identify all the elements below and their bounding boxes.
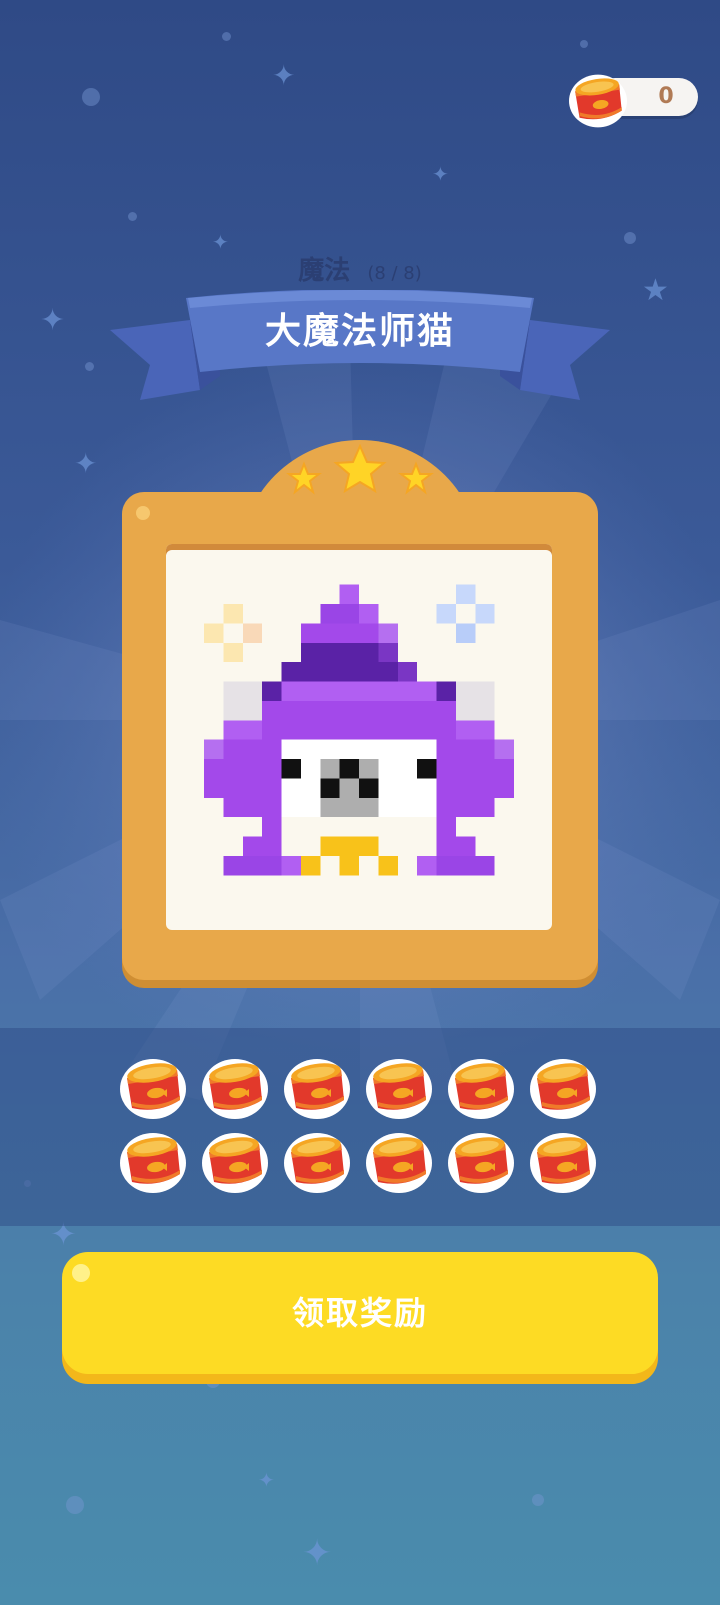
sparkle-icon: ✦	[74, 447, 98, 480]
claim-reward-button[interactable]: 领取奖励	[62, 1252, 658, 1374]
wizard-cat-pixel-art	[204, 584, 514, 876]
currency-value: 0	[658, 84, 674, 109]
bg-dot	[580, 40, 588, 48]
cat-food-can-icon	[118, 1130, 188, 1196]
bg-dot	[624, 232, 636, 244]
sparkle-icon: ✦	[272, 59, 296, 92]
bg-dot	[85, 362, 94, 371]
category-name: 魔法	[298, 256, 351, 286]
cat-food-can-icon	[528, 1130, 598, 1196]
bg-dot	[66, 1496, 84, 1514]
sparkle-icon: ✦	[432, 162, 449, 186]
cat-food-can-icon	[446, 1130, 516, 1196]
bg-dot	[128, 212, 137, 221]
pixel-art-canvas	[166, 544, 552, 930]
cat-food-can-icon	[200, 1056, 270, 1122]
sparkle-icon: ✦	[258, 1468, 275, 1492]
cat-food-can-icon	[200, 1130, 270, 1196]
cat-food-can-icon	[528, 1056, 598, 1122]
cat-food-can-icon	[118, 1056, 188, 1122]
star-icon	[333, 444, 387, 494]
category-progress: (8 / 8)	[367, 263, 422, 284]
bg-dot	[222, 32, 231, 41]
cat-food-can-icon	[364, 1130, 434, 1196]
card-title: 大魔法师猫	[264, 311, 455, 352]
cat-food-can-icon	[566, 72, 630, 134]
bg-dot	[206, 1374, 220, 1388]
sparkle-icon: ✦	[302, 1533, 333, 1574]
bg-dot	[532, 1494, 544, 1506]
star-icon	[398, 461, 434, 495]
category-header: 魔法 (8 / 8)	[0, 250, 720, 287]
currency-counter[interactable]: 0	[566, 74, 698, 128]
cat-food-can-icon	[446, 1056, 516, 1122]
cat-food-can-icon	[364, 1056, 434, 1122]
star-icon	[286, 461, 322, 495]
cat-food-can-icon	[282, 1056, 352, 1122]
bg-dot	[82, 88, 100, 106]
rewards-panel	[0, 1028, 720, 1226]
character-card	[122, 440, 598, 985]
frame-rivet	[136, 506, 150, 520]
star-rating	[286, 444, 434, 495]
claim-reward-label: 领取奖励	[291, 1294, 428, 1332]
sparkle-icon: ✦	[212, 230, 229, 254]
cat-food-can-icon	[282, 1130, 352, 1196]
